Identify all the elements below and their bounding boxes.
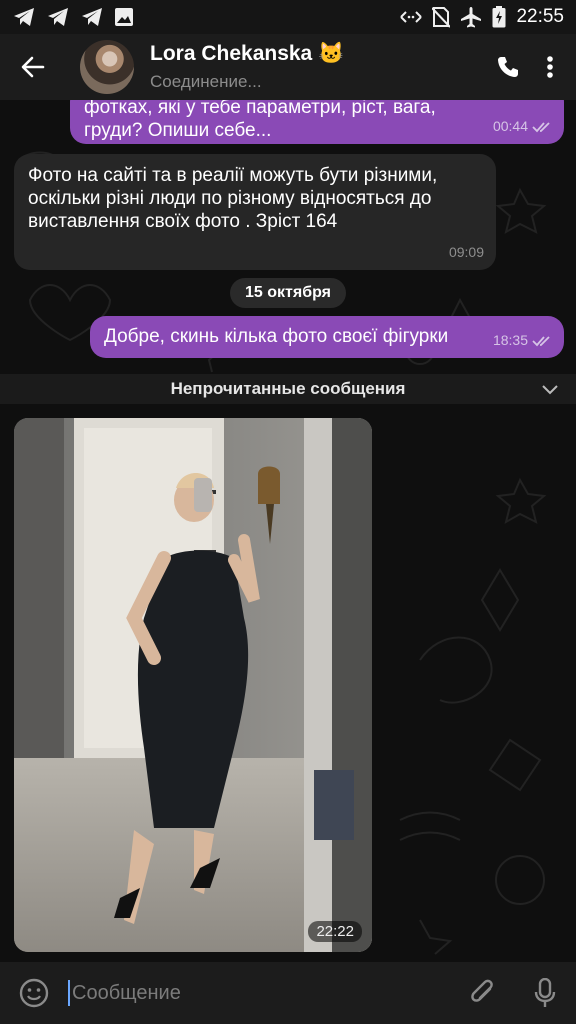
message-composer: Сообщение: [0, 962, 576, 1024]
clock: 22:55: [516, 6, 564, 27]
message-text: фотках, які у тебе параметри, ріст, вага…: [84, 100, 436, 141]
back-button[interactable]: [0, 34, 66, 100]
avatar[interactable]: [80, 40, 134, 94]
telegram-icon: [82, 8, 102, 26]
message-time: 00:44: [492, 118, 528, 134]
paperclip-icon: [471, 979, 493, 1002]
phone-icon[interactable]: [496, 55, 520, 79]
attach-button[interactable]: [452, 962, 514, 1024]
unread-divider-label: Непрочитанные сообщения: [170, 379, 406, 398]
message-bubble-outgoing[interactable]: фотках, які у тебе параметри, ріст, вага…: [70, 100, 564, 144]
microphone-icon: [534, 978, 556, 1007]
message-time: 18:35: [492, 332, 528, 348]
smile-icon: [19, 978, 49, 1008]
data-sync-icon: [400, 11, 423, 23]
more-vertical-icon[interactable]: [546, 55, 554, 79]
connection-status: Соединение...: [150, 72, 262, 91]
battery-charging-icon: [492, 6, 506, 28]
message-bubble-incoming[interactable]: Фото на сайті та в реалії можуть бути рі…: [14, 154, 496, 270]
message-time: 09:09: [448, 244, 484, 260]
message-bubble-outgoing[interactable]: Добре, скинь кілька фото своєї фігурки 1…: [90, 316, 564, 358]
photo-image: [14, 418, 372, 952]
double-check-icon: [532, 121, 550, 132]
peer-name-emoji: 🐱: [318, 42, 345, 65]
arrow-left-icon: [21, 56, 45, 78]
message-input[interactable]: Сообщение: [72, 982, 452, 1005]
message-text: Фото на сайті та в реалії можуть бути рі…: [28, 165, 438, 232]
telegram-icon: [48, 8, 68, 26]
photo-time: 22:22: [308, 921, 362, 942]
voice-record-button[interactable]: [514, 962, 576, 1024]
unread-messages-divider: Непрочитанные сообщения: [0, 374, 576, 404]
peer-name: Lora Chekanska: [150, 42, 313, 65]
emoji-button[interactable]: [0, 962, 68, 1024]
double-check-icon: [532, 335, 550, 346]
telegram-icon: [14, 8, 34, 26]
chevron-down-icon[interactable]: [540, 379, 560, 399]
photo-message[interactable]: 22:22: [14, 418, 372, 952]
message-text: Добре, скинь кілька фото своєї фігурки: [104, 326, 449, 347]
chat-header: Lora Chekanska 🐱 Соединение...: [0, 34, 576, 100]
message-list[interactable]: фотках, які у тебе параметри, ріст, вага…: [0, 100, 576, 962]
text-cursor: [68, 980, 70, 1006]
peer-info[interactable]: Lora Chekanska 🐱 Соединение...: [150, 42, 344, 92]
no-sim-icon: [432, 7, 451, 28]
status-bar: 22:55: [0, 0, 576, 34]
date-divider: 15 октября: [230, 278, 346, 308]
image-icon: [115, 8, 133, 26]
airplane-mode-icon: [461, 7, 482, 28]
